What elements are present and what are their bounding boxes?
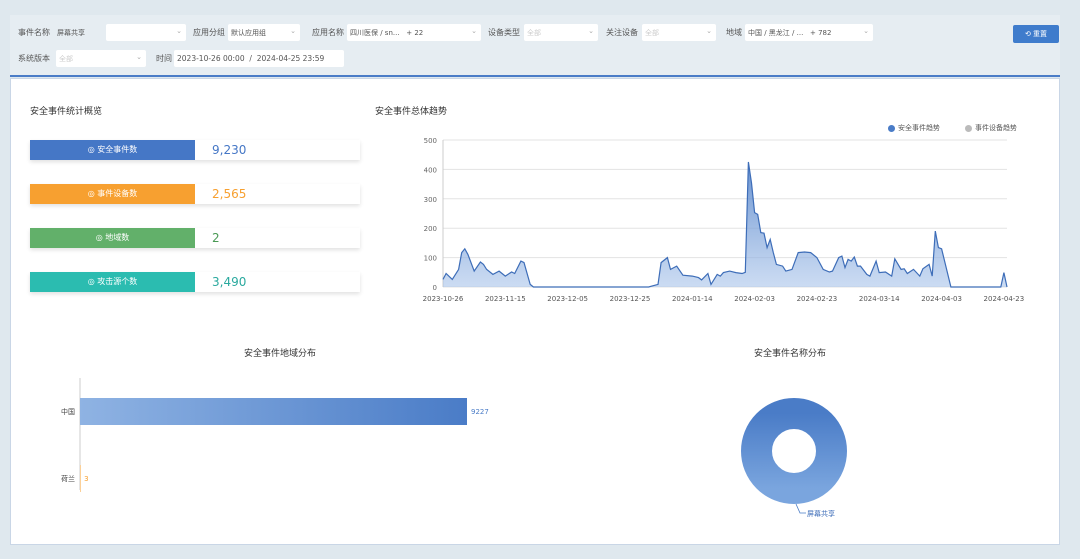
chevron-down-icon: ⌄ xyxy=(588,27,594,35)
attack-icon: ◎ xyxy=(87,277,95,286)
name-chart-title: 安全事件名称分布 xyxy=(754,349,827,359)
time-range-picker[interactable]: 2023-10-26 00:00 / 2024-04-25 23:59 xyxy=(174,50,344,67)
y-tick-label: 200 xyxy=(424,225,437,233)
trend-line xyxy=(442,161,1008,288)
reset-label: 重置 xyxy=(1033,30,1048,38)
region-bar-chart: 中国 9227 荷兰 3 xyxy=(61,378,489,492)
stat-value: 2 xyxy=(212,231,220,245)
app-name-label: 应用名称 xyxy=(312,28,344,37)
trend-chart-title: 安全事件总体趋势 xyxy=(375,107,448,117)
stat-label-box: ◎ 事件设备数 xyxy=(30,184,195,204)
category-label: 荷兰 xyxy=(61,474,75,483)
reset-button[interactable]: ⟲ 重置 xyxy=(1013,25,1059,43)
stat-card[interactable]: ◎ 事件设备数 2,565 xyxy=(30,184,360,204)
device-type-select[interactable]: 全部 ⌄ xyxy=(524,24,598,41)
app-group-label: 应用分组 xyxy=(193,28,225,37)
event-name-value: 屏幕共享 xyxy=(57,29,85,37)
y-tick-label: 0 xyxy=(433,284,437,292)
stat-label-box: ◎ 地域数 xyxy=(30,228,195,248)
y-tick-label: 100 xyxy=(424,255,437,263)
y-tick-label: 300 xyxy=(424,196,437,204)
stat-label: 安全事件数 xyxy=(97,145,138,154)
event-name-label: 事件名称 xyxy=(18,28,50,37)
name-donut-chart: 屏幕共享 xyxy=(741,398,847,518)
bar-value-label: 9227 xyxy=(471,408,489,416)
os-version-value: 全部 xyxy=(59,55,73,63)
search-icon: ◎ xyxy=(87,145,95,154)
app-group-select[interactable]: 默认应用组 ⌄ xyxy=(228,24,300,41)
chevron-down-icon: ⌄ xyxy=(863,27,869,35)
stat-value: 2,565 xyxy=(212,187,247,201)
x-tick-label: 2023-10-26 xyxy=(423,295,464,303)
watched-device-label: 关注设备 xyxy=(606,28,638,37)
stat-value: 3,490 xyxy=(212,275,247,289)
time-separator: / xyxy=(249,54,252,63)
x-tick-label: 2023-11-15 xyxy=(485,295,526,303)
device-icon: ◎ xyxy=(87,189,95,198)
stat-label-box: ◎ 攻击源个数 xyxy=(30,272,195,292)
event-name-select[interactable]: ⌄ xyxy=(106,24,186,41)
trend-area xyxy=(443,162,1007,287)
y-tick-label: 500 xyxy=(424,137,437,145)
region-select[interactable]: 中国 / 黑龙江 / ... + 782 ⌄ xyxy=(745,24,873,41)
slice-leader-line xyxy=(795,503,806,514)
donut-slice xyxy=(741,398,847,504)
stat-value: 9,230 xyxy=(212,143,247,157)
region-chart-title: 安全事件地域分布 xyxy=(244,349,317,359)
os-version-select[interactable]: 全部 ⌄ xyxy=(56,50,146,67)
slice-label: 屏幕共享 xyxy=(807,509,835,518)
x-tick-label: 2024-01-14 xyxy=(672,295,713,303)
x-tick-label: 2024-02-03 xyxy=(734,295,775,303)
chevron-down-icon: ⌄ xyxy=(471,27,477,35)
chevron-down-icon: ⌄ xyxy=(176,27,182,35)
reset-icon: ⟲ xyxy=(1024,30,1031,38)
x-tick-label: 2023-12-05 xyxy=(547,295,588,303)
app-name-value: 四川医保 / sn... xyxy=(350,29,400,37)
region-extra-count: + 782 xyxy=(809,29,832,37)
x-tick-label: 2024-02-23 xyxy=(797,295,838,303)
stat-label: 事件设备数 xyxy=(97,189,138,198)
chevron-down-icon: ⌄ xyxy=(136,53,142,61)
stat-label-box: ◎ 安全事件数 xyxy=(30,140,195,160)
region-value: 中国 / 黑龙江 / ... xyxy=(748,29,804,37)
region-label: 地域 xyxy=(726,28,742,37)
stat-label: 地域数 xyxy=(105,233,130,242)
stat-card[interactable]: ◎ 安全事件数 9,230 xyxy=(30,140,360,160)
x-tick-label: 2024-04-03 xyxy=(921,295,962,303)
y-tick-label: 400 xyxy=(424,166,437,174)
app-group-value: 默认应用组 xyxy=(231,29,266,37)
time-label: 时间 xyxy=(156,54,172,63)
chevron-down-icon: ⌄ xyxy=(706,27,712,35)
watched-device-select[interactable]: 全部 ⌄ xyxy=(642,24,716,41)
app-name-select[interactable]: 四川医保 / sn... + 22 ⌄ xyxy=(347,24,481,41)
overview-title: 安全事件统计概览 xyxy=(30,107,103,117)
app-name-extra-count: + 22 xyxy=(406,29,424,37)
bar xyxy=(80,465,81,492)
category-label: 中国 xyxy=(61,407,75,416)
chevron-down-icon: ⌄ xyxy=(290,27,296,35)
bar xyxy=(80,398,467,425)
time-end: 2024-04-25 23:59 xyxy=(256,54,325,63)
time-start: 2023-10-26 00:00 xyxy=(177,54,245,63)
filter-panel: 事件名称 屏幕共享 ⌄ 应用分组 默认应用组 ⌄ 应用名称 四川医保 / sn..… xyxy=(10,15,1060,77)
x-tick-label: 2024-03-14 xyxy=(859,295,900,303)
stat-card[interactable]: ◎ 攻击源个数 3,490 xyxy=(30,272,360,292)
device-type-label: 设备类型 xyxy=(488,28,520,37)
os-version-label: 系统版本 xyxy=(18,54,50,63)
device-type-value: 全部 xyxy=(527,29,541,37)
x-tick-label: 2024-04-23 xyxy=(984,295,1025,303)
bar-value-label: 3 xyxy=(84,475,88,483)
stat-card[interactable]: ◎ 地域数 2 xyxy=(30,228,360,248)
trend-chart: 0 100 200 300 400 500 2023-10-26 2023-11-15 2023… xyxy=(423,137,1025,303)
stat-label: 攻击源个数 xyxy=(97,277,138,286)
location-icon: ◎ xyxy=(95,233,103,242)
watched-device-value: 全部 xyxy=(645,29,659,37)
x-tick-label: 2023-12-25 xyxy=(610,295,651,303)
